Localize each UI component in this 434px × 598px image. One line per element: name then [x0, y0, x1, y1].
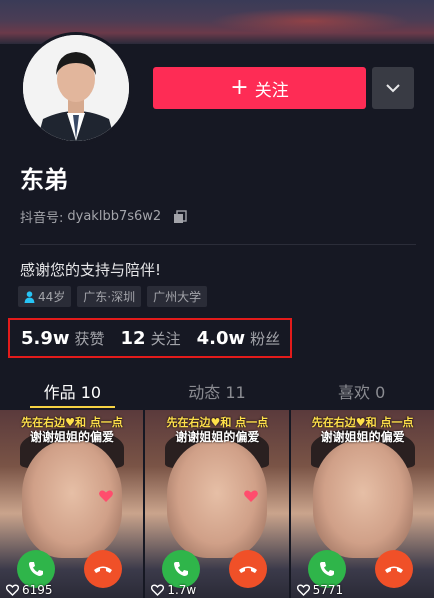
- phone-decline-icon: [374, 550, 413, 588]
- more-options-button[interactable]: [372, 67, 414, 109]
- tab-dynamics[interactable]: 动态 11: [145, 370, 290, 408]
- video-caption-bottom: 谢谢姐姐的偏爱: [175, 430, 260, 444]
- avatar[interactable]: [20, 32, 132, 144]
- phone-decline-icon: [229, 550, 268, 588]
- video-frame-face: [312, 440, 413, 558]
- profile-name: 东弟: [20, 166, 68, 194]
- copy-icon[interactable]: [173, 209, 187, 224]
- douyin-id-label: 抖音号:: [20, 211, 64, 226]
- douyin-id-row: 抖音号: dyaklbb7s6w2: [20, 207, 187, 226]
- heart-outline-icon: [6, 584, 19, 596]
- content-tabs: 作品 10 动态 11 喜欢 0: [0, 370, 434, 408]
- chevron-down-icon: [386, 84, 400, 93]
- profile-bio: 感谢您的支持与陪伴!: [20, 261, 162, 279]
- stat-likes[interactable]: 5.9w 获赞: [21, 328, 105, 349]
- tag-school: 广州大学: [147, 286, 208, 307]
- video-caption-bottom: 谢谢姐姐的偏爱: [320, 430, 405, 444]
- stat-value: 4.0w: [196, 327, 246, 349]
- video-likes: 1.7w: [151, 583, 196, 597]
- person-icon: [24, 290, 35, 303]
- stat-following[interactable]: 12 关注: [121, 328, 181, 349]
- tag-location: 广东·深圳: [77, 286, 142, 307]
- phone-decline-icon: [84, 550, 122, 588]
- follow-label: 关注: [254, 80, 289, 101]
- tag-label: 广东·深圳: [83, 290, 136, 304]
- heart-icon: [244, 490, 259, 502]
- stat-value: 5.9w: [21, 327, 70, 349]
- video-likes-count: 1.7w: [167, 583, 197, 597]
- stat-label: 获赞: [74, 329, 105, 348]
- douyin-id-value: dyaklbb7s6w2: [67, 209, 162, 224]
- video-likes-count: 6195: [22, 583, 53, 597]
- video-thumbnail[interactable]: 先在右边♥和 点一点 谢谢姐姐的偏爱 1.7w: [145, 410, 289, 598]
- heart-outline-icon: [296, 584, 310, 596]
- video-thumbnail[interactable]: 先在右边♥和 点一点 谢谢姐姐的偏爱 6195: [0, 410, 144, 598]
- tag-label: 广州大学: [153, 290, 202, 304]
- tag-age: 44岁: [18, 286, 72, 307]
- tab-likes[interactable]: 喜欢 0: [289, 370, 434, 408]
- video-likes: 5771: [296, 583, 344, 597]
- stat-label: 关注: [150, 329, 181, 348]
- video-thumbnail[interactable]: 先在右边♥和 点一点 谢谢姐姐的偏爱 5771: [290, 410, 434, 598]
- profile-tags: 44岁 广东·深圳 广州大学: [18, 286, 208, 307]
- divider: [20, 244, 416, 245]
- plus-icon: +: [230, 75, 249, 100]
- video-caption-bottom: 谢谢姐姐的偏爱: [29, 430, 114, 444]
- tag-label: 44岁: [38, 290, 66, 304]
- video-grid: 先在右边♥和 点一点 谢谢姐姐的偏爱 6195 先在右边♥和 点一点 谢谢姐姐的…: [0, 410, 434, 598]
- stat-followers[interactable]: 4.0w 粉丝: [197, 328, 281, 349]
- stat-value: 12: [120, 327, 146, 349]
- heart-outline-icon: [151, 584, 165, 596]
- video-likes-count: 5771: [312, 583, 344, 597]
- follow-button[interactable]: + 关注: [153, 67, 366, 109]
- tab-works[interactable]: 作品 10: [0, 370, 145, 408]
- stat-label: 粉丝: [250, 329, 281, 348]
- heart-icon: [99, 490, 113, 502]
- video-likes: 6195: [6, 583, 53, 597]
- stats-highlight-box: 5.9w 获赞 12 关注 4.0w 粉丝: [8, 318, 292, 358]
